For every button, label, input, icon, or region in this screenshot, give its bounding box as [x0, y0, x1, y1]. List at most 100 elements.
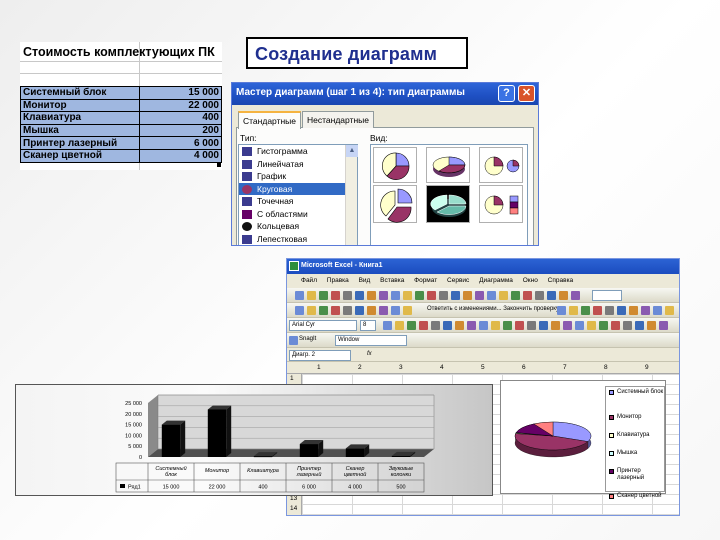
- menu-edit[interactable]: Правка: [327, 277, 349, 284]
- toolbar-button-icon[interactable]: [383, 321, 392, 330]
- subtype-pie-of-pie[interactable]: [479, 147, 523, 183]
- toolbar-button-icon[interactable]: [295, 306, 304, 315]
- toolbar-button-icon[interactable]: [539, 321, 548, 330]
- toolbar-button-icon[interactable]: [551, 321, 560, 330]
- sheet-row[interactable]: Клавиатура 400: [20, 111, 222, 125]
- toolbar-button-icon[interactable]: [581, 306, 590, 315]
- toolbar-button-icon[interactable]: [475, 291, 484, 300]
- toolbar-button-icon[interactable]: [653, 306, 662, 315]
- menu-view[interactable]: Вид: [359, 277, 371, 284]
- chart-type-item[interactable]: Гистограмма: [239, 145, 357, 158]
- sheet-row[interactable]: Мышка 200: [20, 123, 222, 138]
- item-price-cell[interactable]: 4 000: [139, 148, 222, 163]
- chart-type-item[interactable]: Лепестковая: [239, 233, 357, 246]
- toolbar-button-icon[interactable]: [331, 291, 340, 300]
- tab-nonstandard[interactable]: Нестандартные: [302, 111, 375, 128]
- toolbar-button-icon[interactable]: [379, 306, 388, 315]
- font-name-box[interactable]: Arial Cyr: [289, 320, 357, 331]
- toolbar-button-icon[interactable]: [479, 321, 488, 330]
- menu-format[interactable]: Формат: [414, 277, 437, 284]
- toolbar-button-icon[interactable]: [665, 306, 674, 315]
- help-button[interactable]: ?: [498, 85, 515, 102]
- toolbar-button-icon[interactable]: [379, 291, 388, 300]
- toolbar-button-icon[interactable]: [403, 291, 412, 300]
- toolbar-button-icon[interactable]: [431, 321, 440, 330]
- type-list-scrollbar[interactable]: ▲: [345, 145, 358, 245]
- row-header[interactable]: 1: [290, 375, 294, 382]
- toolbar-button-icon[interactable]: [511, 291, 520, 300]
- column-header[interactable]: 4: [440, 364, 444, 371]
- toolbar-button-icon[interactable]: [443, 321, 452, 330]
- tab-standard[interactable]: Стандартные: [238, 111, 302, 129]
- toolbar-button-icon[interactable]: [467, 321, 476, 330]
- close-button[interactable]: ✕: [518, 85, 535, 102]
- sheet-row[interactable]: Системный блок 15 000: [20, 86, 222, 100]
- item-price-cell[interactable]: 22 000: [139, 98, 222, 113]
- toolbar-button-icon[interactable]: [523, 291, 532, 300]
- name-box[interactable]: Диагр. 2: [289, 350, 351, 361]
- toolbar-button-icon[interactable]: [527, 321, 536, 330]
- toolbar-button-icon[interactable]: [415, 291, 424, 300]
- toolbar-button-icon[interactable]: [455, 321, 464, 330]
- font-size-box[interactable]: 8: [360, 320, 376, 331]
- toolbar-button-icon[interactable]: [635, 321, 644, 330]
- window-box[interactable]: Window: [335, 335, 407, 346]
- toolbar-button-icon[interactable]: [355, 291, 364, 300]
- toolbar-button-icon[interactable]: [343, 306, 352, 315]
- item-price-cell[interactable]: 6 000: [139, 136, 222, 150]
- toolbar-button-icon[interactable]: [515, 321, 524, 330]
- toolbar-button-icon[interactable]: [487, 291, 496, 300]
- chart-type-item[interactable]: Точечная: [239, 195, 357, 208]
- menu-help[interactable]: Справка: [548, 277, 574, 284]
- toolbar-button-icon[interactable]: [331, 306, 340, 315]
- column-header[interactable]: 8: [604, 364, 608, 371]
- toolbar-button-icon[interactable]: [307, 306, 316, 315]
- toolbar-button-icon[interactable]: [403, 306, 412, 315]
- menu-insert[interactable]: Вставка: [380, 277, 404, 284]
- column-header[interactable]: 3: [399, 364, 403, 371]
- column-header[interactable]: 5: [481, 364, 485, 371]
- menu-window[interactable]: Окно: [523, 277, 538, 284]
- toolbar-button-icon[interactable]: [491, 321, 500, 330]
- row-header[interactable]: 14: [290, 505, 297, 512]
- chart-type-item[interactable]: График: [239, 170, 357, 183]
- bar-chart-3d[interactable]: 25 000 20 000 15 000 10 000 5 000 0 Ряд1 Систем…: [15, 384, 493, 496]
- toolbar-button-icon[interactable]: [355, 306, 364, 315]
- toolbar-button-icon[interactable]: [419, 321, 428, 330]
- sheet-row[interactable]: Монитор 22 000: [20, 98, 222, 113]
- chart-type-item[interactable]: С областями: [239, 208, 357, 221]
- item-price-cell[interactable]: 400: [139, 111, 222, 125]
- menu-file[interactable]: Файл: [301, 277, 317, 284]
- item-name-cell[interactable]: Монитор: [20, 98, 140, 113]
- toolbar-button-icon[interactable]: [587, 321, 596, 330]
- toolbar-button-icon[interactable]: [535, 291, 544, 300]
- fill-handle[interactable]: [217, 163, 221, 167]
- toolbar-button-icon[interactable]: [367, 291, 376, 300]
- zoom-box[interactable]: [592, 290, 622, 301]
- bar[interactable]: [207, 409, 227, 457]
- bar[interactable]: [345, 448, 365, 457]
- subtype-bar-of-pie[interactable]: [479, 185, 523, 223]
- toolbar-button-icon[interactable]: [343, 291, 352, 300]
- bar[interactable]: [391, 455, 411, 457]
- toolbar-button-icon[interactable]: [395, 321, 404, 330]
- toolbar-button-icon[interactable]: [319, 291, 328, 300]
- toolbar-button-icon[interactable]: [451, 291, 460, 300]
- toolbar-button-icon[interactable]: [617, 306, 626, 315]
- subtype-exploded-pie-3d-selected[interactable]: [426, 185, 470, 223]
- toolbar-button-icon[interactable]: [623, 321, 632, 330]
- menu-chart[interactable]: Диаграмма: [479, 277, 513, 284]
- toolbar-button-icon[interactable]: [571, 291, 580, 300]
- item-price-cell[interactable]: 200: [139, 123, 222, 138]
- item-price-cell[interactable]: 15 000: [139, 86, 222, 100]
- item-name-cell[interactable]: Клавиатура: [20, 111, 140, 125]
- toolbar-button-icon[interactable]: [611, 321, 620, 330]
- toolbar-button-icon[interactable]: [557, 306, 566, 315]
- toolbar-button-icon[interactable]: [593, 306, 602, 315]
- chart-type-item[interactable]: Кольцевая: [239, 220, 357, 233]
- bar[interactable]: [161, 424, 181, 457]
- item-name-cell[interactable]: Сканер цветной: [20, 148, 140, 163]
- pie-chart-3d[interactable]: Системный блок Монитор Клавиатура Мышка Прин…: [500, 380, 666, 499]
- scroll-up-icon[interactable]: ▲: [346, 145, 358, 157]
- snagit-button[interactable]: SnagIt: [299, 336, 316, 342]
